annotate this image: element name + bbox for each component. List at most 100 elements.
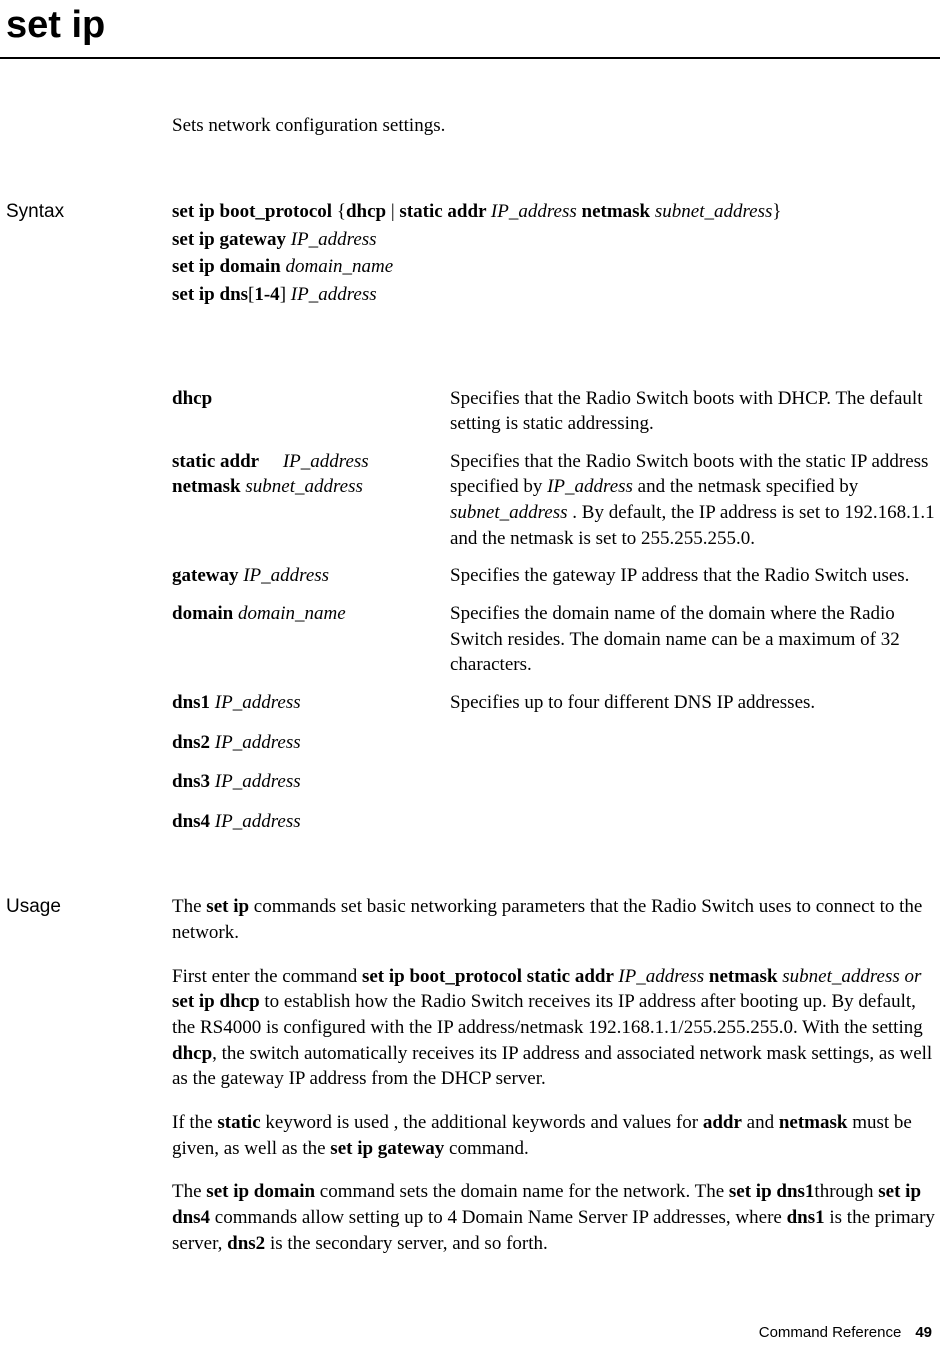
param-text: and the netmask specified by: [633, 476, 858, 497]
param-row-dhcp: dhcp Specifies that the Radio Switch boo…: [172, 386, 940, 437]
usage-text: commands set basic networking parameters…: [172, 896, 922, 943]
param-text: gateway: [172, 565, 243, 586]
usage-text: commands allow setting up to 4 Domain Na…: [210, 1207, 787, 1228]
syntax-text: subnet_address: [655, 201, 773, 222]
intro-text: Sets network configuration settings.: [172, 113, 940, 139]
syntax-text: IP_address: [291, 229, 377, 250]
page-title: set ip: [0, 0, 940, 51]
param-text: IP_address: [215, 692, 301, 713]
param-text: IP_address: [215, 732, 301, 753]
syntax-text: set ip boot_protocol: [172, 201, 337, 222]
usage-text: netmask: [779, 1112, 848, 1133]
usage-para-1: The set ip commands set basic networking…: [172, 894, 940, 945]
usage-text: command.: [444, 1138, 528, 1159]
usage-text: set ip gateway: [330, 1138, 444, 1159]
usage-text: addr: [703, 1112, 742, 1133]
param-desc: Specifies that the Radio Switch boots wi…: [450, 386, 940, 437]
param-row-dns1: dns1 IP_address Specifies up to four dif…: [172, 690, 940, 716]
param-row-dns3: dns3 IP_address: [172, 769, 940, 795]
param-text: IP_address: [283, 451, 369, 472]
usage-text: keyword is used , the additional keyword…: [261, 1112, 703, 1133]
page-footer: Command Reference 49: [759, 1323, 932, 1343]
usage-text: set ip: [206, 896, 249, 917]
syntax-text: IP_address: [291, 284, 377, 305]
param-text: subnet_address: [450, 502, 572, 523]
usage-text: static: [217, 1112, 260, 1133]
syntax-text: ]: [280, 284, 291, 305]
syntax-text: IP_address: [491, 201, 582, 222]
param-text: netmask: [172, 476, 245, 497]
param-row-gateway: gateway IP_address Specifies the gateway…: [172, 563, 940, 589]
syntax-line-1: set ip boot_protocol {dhcp | static addr…: [172, 199, 940, 225]
param-desc: Specifies the gateway IP address that th…: [450, 563, 940, 589]
param-text: [259, 451, 283, 472]
usage-text: dhcp: [172, 1043, 212, 1064]
usage-text: set ip domain: [206, 1181, 315, 1202]
param-text: IP_address: [243, 565, 329, 586]
syntax-text: set ip domain: [172, 256, 286, 277]
syntax-text: static addr: [399, 201, 490, 222]
param-text: IP_address: [215, 811, 301, 832]
param-desc: [450, 730, 940, 756]
usage-para-4: The set ip domain command sets the domai…: [172, 1179, 940, 1256]
syntax-line-4: set ip dns[1-4] IP_address: [172, 282, 940, 308]
syntax-line-2: set ip gateway IP_address: [172, 227, 940, 253]
syntax-body: set ip boot_protocol {dhcp | static addr…: [172, 199, 940, 310]
syntax-label: Syntax: [0, 199, 172, 310]
param-text: static addr: [172, 451, 259, 472]
param-text: subnet_address: [245, 476, 363, 497]
parameter-table: dhcp Specifies that the Radio Switch boo…: [172, 386, 940, 835]
usage-text: The: [172, 1181, 206, 1202]
usage-text: , the switch automatically receives its …: [172, 1043, 932, 1090]
param-term: domain domain_name: [172, 601, 450, 678]
syntax-text: netmask: [582, 201, 655, 222]
param-text: dns3: [172, 771, 215, 792]
syntax-text: set ip dns: [172, 284, 248, 305]
param-desc: Specifies the domain name of the domain …: [450, 601, 940, 678]
usage-text: set ip dhcp: [172, 991, 260, 1012]
param-desc: [450, 769, 940, 795]
param-term: dns3 IP_address: [172, 769, 450, 795]
usage-text: The: [172, 896, 206, 917]
footer-page-number: 49: [915, 1324, 932, 1341]
usage-text: subnet_address or: [782, 966, 921, 987]
usage-text: First enter the command: [172, 966, 362, 987]
param-row-static: static addr IP_address netmask subnet_ad…: [172, 449, 940, 552]
param-term: dns4 IP_address: [172, 809, 450, 835]
param-text: dns1: [172, 692, 215, 713]
usage-text: If the: [172, 1112, 217, 1133]
footer-section: Command Reference: [759, 1324, 902, 1341]
param-row-dns2: dns2 IP_address: [172, 730, 940, 756]
usage-para-2: First enter the command set ip boot_prot…: [172, 964, 940, 1092]
param-term: dns1 IP_address: [172, 690, 450, 716]
syntax-line-3: set ip domain domain_name: [172, 254, 940, 280]
param-text: domain_name: [238, 603, 346, 624]
syntax-text: dhcp: [346, 201, 386, 222]
syntax-text: 1-4: [254, 284, 279, 305]
usage-text: set ip boot_protocol static addr: [362, 966, 618, 987]
param-text: domain: [172, 603, 238, 624]
title-rule: [0, 57, 940, 59]
usage-label: Usage: [0, 894, 172, 1274]
param-term: static addr IP_address netmask subnet_ad…: [172, 449, 450, 552]
usage-text: dns2: [227, 1233, 265, 1254]
usage-para-3: If the static keyword is used , the addi…: [172, 1110, 940, 1161]
param-text: dns2: [172, 732, 215, 753]
param-text: dns4: [172, 811, 215, 832]
param-desc: [450, 809, 940, 835]
param-term: dns2 IP_address: [172, 730, 450, 756]
syntax-text: |: [386, 201, 399, 222]
usage-text: to establish how the Radio Switch receiv…: [172, 991, 923, 1038]
syntax-text: domain_name: [286, 256, 394, 277]
param-text: IP_address: [547, 476, 633, 497]
usage-text: is the secondary server, and so forth.: [265, 1233, 548, 1254]
param-term: gateway IP_address: [172, 563, 450, 589]
syntax-text: }: [772, 201, 781, 222]
param-term: dhcp: [172, 386, 450, 437]
usage-text: IP_address: [618, 966, 709, 987]
usage-section: Usage The set ip commands set basic netw…: [0, 894, 940, 1274]
usage-text: through: [814, 1181, 878, 1202]
syntax-text: {: [337, 201, 346, 222]
usage-text: command sets the domain name for the net…: [315, 1181, 729, 1202]
param-text: IP_address: [215, 771, 301, 792]
